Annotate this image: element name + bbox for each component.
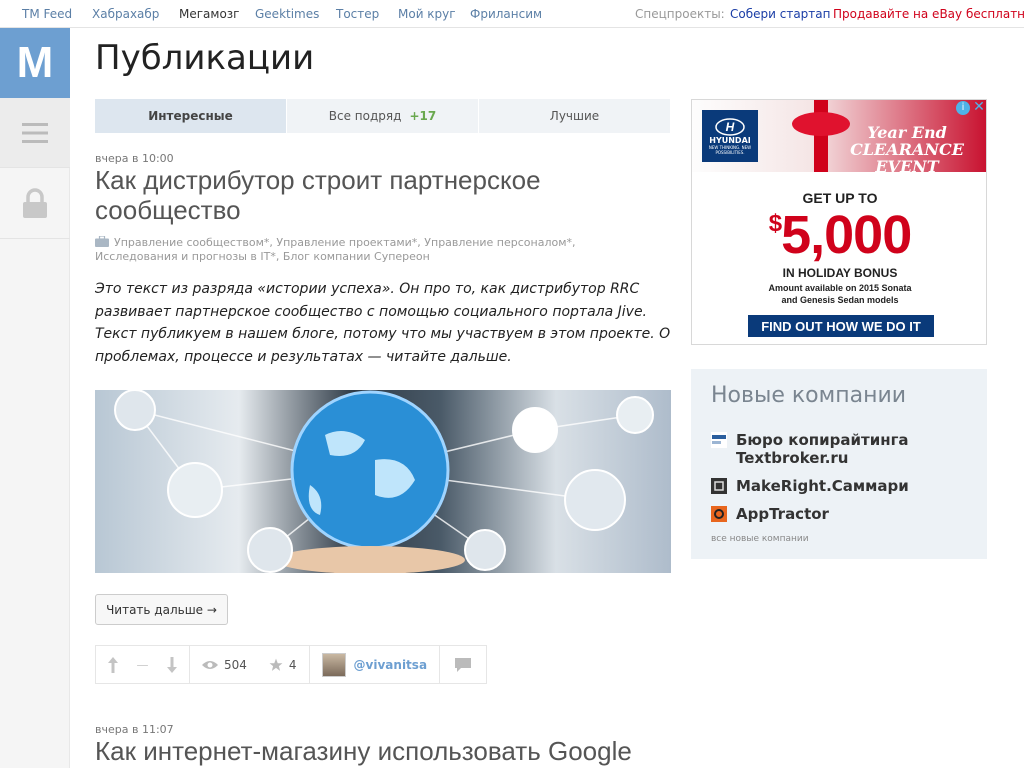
ad-amount-value: 5,000 [781,205,912,265]
vote-up-icon[interactable] [108,656,118,673]
tab-best[interactable]: Лучшие [479,99,671,133]
special-link-startup[interactable]: Собери стартап [730,7,830,21]
feed-tabs: Интересные Все подряд +17 Лучшие [95,99,671,133]
ad-header: H HYUNDAI NEW THINKING. NEW POSSIBILITIE… [692,100,986,176]
hubs-list[interactable]: Управление сообществом*, Управление прое… [95,236,576,263]
favorites-count: 4 [288,657,297,672]
tab-label: Все подряд [328,109,402,123]
menu-button[interactable] [0,98,70,168]
read-more-button[interactable]: Читать дальше → [95,594,228,625]
special-link-ebay[interactable]: Продавайте на eBay бесплатно [833,7,1024,21]
vote-down-icon[interactable] [167,656,177,673]
star-icon[interactable] [269,658,283,672]
tab-label: Интересные [148,109,233,123]
topbar-link-geektimes[interactable]: Geektimes [255,7,319,21]
topbar-link-habrahabr[interactable]: Хабрахабр [92,7,159,21]
tab-label: Лучшие [549,109,600,123]
voting: — [96,646,190,683]
brand-name: HYUNDAI [709,135,751,145]
avatar [321,652,346,677]
topbar-link-megamozg[interactable]: Мегамозг [179,7,239,21]
company-item[interactable]: AppTractor [711,505,971,523]
textbroker-icon [711,432,727,448]
comment-icon [455,657,472,672]
views-count: 504 [224,657,247,672]
eye-icon [202,660,218,669]
brand-tagline: NEW THINKING. NEW POSSIBILITIES. [708,144,752,155]
ad-fine-line-1: Amount available on 2015 Sonata [768,283,912,293]
tab-all[interactable]: Все подряд +17 [287,99,479,133]
post-score: — [136,657,149,672]
ad-info-icon[interactable]: i [956,101,970,115]
company-name[interactable]: MakeRight.Саммари [736,477,909,495]
topbar-link-toster[interactable]: Тостер [336,7,379,21]
site-logo[interactable]: M [0,28,70,98]
topbar-link-tmfeed[interactable]: TM Feed [22,7,72,21]
special-projects-label: Спецпроекты: [635,7,725,21]
top-navigation-bar: TM Feed Хабрахабр Мегамозг Geektimes Тос… [0,0,1024,28]
ad-event-title: Year End CLEARANCE EVENT [850,123,964,176]
advertisement-banner[interactable]: H HYUNDAI NEW THINKING. NEW POSSIBILITIE… [691,99,987,345]
ad-bonus: IN HOLIDAY BONUS [782,266,898,280]
ribbon-graphic [814,100,828,172]
post-stats: 504 4 [190,646,310,683]
new-companies-widget: Новые компании Бюро копирайтинга Textbro… [691,369,987,559]
topbar-link-freelansim[interactable]: Фрилансим [470,7,542,21]
post-info-panel: — 504 4 @vivanitsa [95,645,488,684]
post-time: вчера в 10:00 [95,152,174,165]
page-title: Публикации [95,38,315,78]
post-title-link[interactable]: Как дистрибутор строит партнерское сообщ… [95,165,655,225]
makeright-icon [711,478,727,494]
ad-cta-button[interactable]: FIND OUT HOW WE DO IT [748,315,934,337]
ad-amount: $5,000 [692,204,986,266]
post-author[interactable]: @vivanitsa [310,646,441,683]
post-image [95,390,671,573]
company-name[interactable]: Бюро копирайтинга Textbroker.ru [736,431,971,467]
company-item[interactable]: Бюро копирайтинга Textbroker.ru [711,431,971,467]
company-name[interactable]: AppTractor [736,505,829,523]
post-excerpt: Это текст из разряда «истории успеха». О… [95,281,671,365]
tab-new-count: +17 [409,109,437,123]
hyundai-h-icon: H [715,117,745,136]
ad-fineprint: Amount available on 2015 Sonata and Gene… [692,282,986,306]
svg-text:H: H [726,120,735,134]
ad-currency: $ [768,210,782,237]
ad-close-icon[interactable]: ✕ [972,100,986,114]
tab-interesting[interactable]: Интересные [95,99,287,133]
author-nickname[interactable]: @vivanitsa [354,658,428,672]
lock-icon [23,187,47,218]
all-companies-link[interactable]: все новые компании [711,534,809,544]
comments-link[interactable] [440,646,486,683]
widget-title: Новые компании [711,383,907,408]
briefcase-icon [95,236,109,247]
hamburger-icon [22,122,48,143]
left-sidebar: M [0,28,70,768]
hyundai-logo: H HYUNDAI NEW THINKING. NEW POSSIBILITIE… [702,110,758,162]
network-globe-illustration [114,390,654,573]
ad-fine-line-2: and Genesis Sedan models [781,295,899,305]
company-item[interactable]: MakeRight.Саммари [711,477,971,495]
apptractor-icon [711,506,727,522]
login-button[interactable] [0,169,70,239]
topbar-link-moikrug[interactable]: Мой круг [398,7,456,21]
post-hubs: Управление сообществом*, Управление прое… [95,236,655,264]
post-time: вчера в 11:07 [95,723,174,736]
post-title-link[interactable]: Как интернет-магазину использовать Googl… [95,736,695,766]
